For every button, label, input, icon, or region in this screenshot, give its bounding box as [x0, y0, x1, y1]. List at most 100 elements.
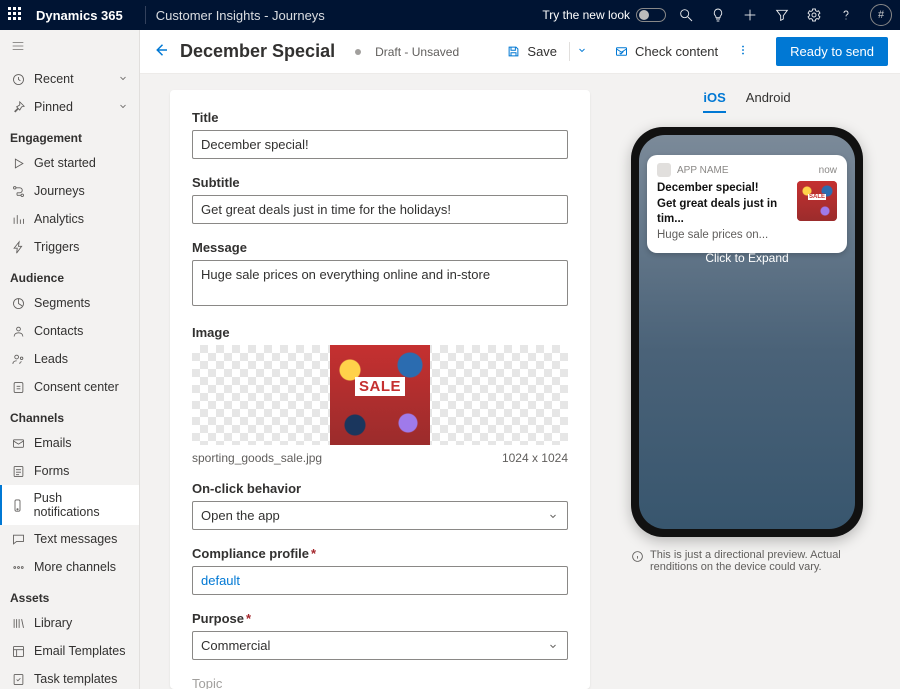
topic-label: Topic: [192, 676, 568, 689]
app-name-label: APP NAME: [677, 165, 729, 176]
onclick-select[interactable]: Open the app: [192, 501, 568, 530]
plus-icon[interactable]: [742, 7, 758, 23]
library-icon: [10, 615, 26, 631]
nav-task-templates[interactable]: Task templates: [0, 665, 139, 689]
ready-to-send-button[interactable]: Ready to send: [776, 37, 888, 66]
person-icon: [10, 323, 26, 339]
nav-get-started[interactable]: Get started: [0, 149, 139, 177]
notif-time: now: [819, 165, 837, 176]
nav-push-notifications[interactable]: Push notifications: [0, 485, 139, 525]
save-button[interactable]: Save: [504, 40, 559, 63]
notif-subtitle: Get great deals just in tim...: [657, 197, 789, 228]
nav-emails[interactable]: Emails: [0, 429, 139, 457]
nav-email-templates[interactable]: Email Templates: [0, 637, 139, 665]
nav-label: Email Templates: [34, 644, 125, 658]
nav-forms[interactable]: Forms: [0, 457, 139, 485]
push-icon: [10, 497, 26, 513]
nav-text-messages[interactable]: Text messages: [0, 525, 139, 553]
help-icon[interactable]: [838, 7, 854, 23]
module-label: Customer Insights - Journeys: [156, 8, 325, 23]
nav-group-engagement: Engagement: [0, 121, 139, 149]
notif-title: December special!: [657, 181, 789, 197]
nav-contacts[interactable]: Contacts: [0, 317, 139, 345]
nav-label: Analytics: [34, 212, 84, 226]
consent-icon: [10, 379, 26, 395]
nav-label: Forms: [34, 464, 69, 478]
nav-label: Task templates: [34, 672, 117, 686]
notif-message: Huge sale prices on...: [657, 228, 789, 244]
nav-triggers[interactable]: Triggers: [0, 233, 139, 261]
nav-label: Pinned: [34, 100, 73, 114]
nav-journeys[interactable]: Journeys: [0, 177, 139, 205]
check-label: Check content: [635, 44, 718, 59]
nav-consent-center[interactable]: Consent center: [0, 373, 139, 401]
lightbulb-icon[interactable]: [710, 7, 726, 23]
nav-label: Library: [34, 616, 72, 630]
image-filename: sporting_goods_sale.jpg: [192, 451, 322, 465]
info-icon: [631, 550, 644, 563]
nav-pinned[interactable]: Pinned: [0, 93, 139, 121]
purpose-label: Purpose*: [192, 611, 568, 626]
nav-group-channels: Channels: [0, 401, 139, 429]
save-split-chevron[interactable]: [569, 42, 592, 61]
status-dot-icon: [355, 49, 361, 55]
brand-label: Dynamics 365: [36, 8, 123, 23]
nav-leads[interactable]: Leads: [0, 345, 139, 373]
notification-card: APP NAME now December special! Get great…: [647, 155, 847, 253]
phone-frame: APP NAME now December special! Get great…: [631, 127, 863, 537]
image-label: Image: [192, 325, 568, 340]
nav-label: Leads: [34, 352, 68, 366]
task-icon: [10, 671, 26, 687]
image-well[interactable]: SALE: [192, 345, 568, 445]
check-content-button[interactable]: Check content: [612, 40, 720, 63]
nav-label: Contacts: [34, 324, 83, 338]
nav-label: Journeys: [34, 184, 85, 198]
preview-disclaimer: This is just a directional preview. Actu…: [631, 549, 863, 573]
more-actions-button[interactable]: [730, 43, 756, 60]
trigger-icon: [10, 239, 26, 255]
onclick-label: On-click behavior: [192, 481, 568, 496]
tab-android[interactable]: Android: [746, 90, 791, 113]
left-nav: Recent Pinned Engagement Get started Jou…: [0, 30, 140, 689]
nav-label: Get started: [34, 156, 96, 170]
nav-recent[interactable]: Recent: [0, 65, 139, 93]
sms-icon: [10, 531, 26, 547]
segments-icon: [10, 295, 26, 311]
nav-group-assets: Assets: [0, 581, 139, 609]
save-label: Save: [527, 44, 557, 59]
back-button[interactable]: [152, 41, 170, 62]
push-form-card: Title Subtitle Message Image SALE: [170, 90, 590, 689]
click-to-expand[interactable]: Click to Expand: [639, 251, 855, 265]
purpose-select[interactable]: Commercial: [192, 631, 568, 660]
status-text: Draft - Unsaved: [375, 45, 459, 59]
gear-icon[interactable]: [806, 7, 822, 23]
nav-label: Emails: [34, 436, 72, 450]
onclick-value: Open the app: [201, 508, 547, 523]
try-new-look-toggle[interactable]: [636, 8, 666, 22]
search-icon[interactable]: [678, 7, 694, 23]
nav-more-channels[interactable]: More channels: [0, 553, 139, 581]
nav-library[interactable]: Library: [0, 609, 139, 637]
hamburger-icon[interactable]: [0, 30, 139, 65]
app-launcher-icon[interactable]: [8, 7, 24, 23]
image-dimensions: 1024 x 1024: [502, 451, 568, 465]
title-label: Title: [192, 110, 568, 125]
command-bar: December Special Draft - Unsaved Save Ch…: [140, 30, 900, 74]
nav-segments[interactable]: Segments: [0, 289, 139, 317]
filter-icon[interactable]: [774, 7, 790, 23]
nav-group-audience: Audience: [0, 261, 139, 289]
message-input[interactable]: [192, 260, 568, 306]
subtitle-input[interactable]: [192, 195, 568, 224]
app-icon: [657, 163, 671, 177]
title-input[interactable]: [192, 130, 568, 159]
form-icon: [10, 463, 26, 479]
nav-analytics[interactable]: Analytics: [0, 205, 139, 233]
notif-image: SALE: [797, 181, 837, 221]
user-avatar[interactable]: #: [870, 4, 892, 26]
mail-icon: [10, 435, 26, 451]
tab-ios[interactable]: iOS: [703, 90, 725, 113]
nav-label: Triggers: [34, 240, 79, 254]
compliance-label: Compliance profile*: [192, 546, 568, 561]
purpose-value: Commercial: [201, 638, 547, 653]
compliance-select[interactable]: default: [192, 566, 568, 595]
